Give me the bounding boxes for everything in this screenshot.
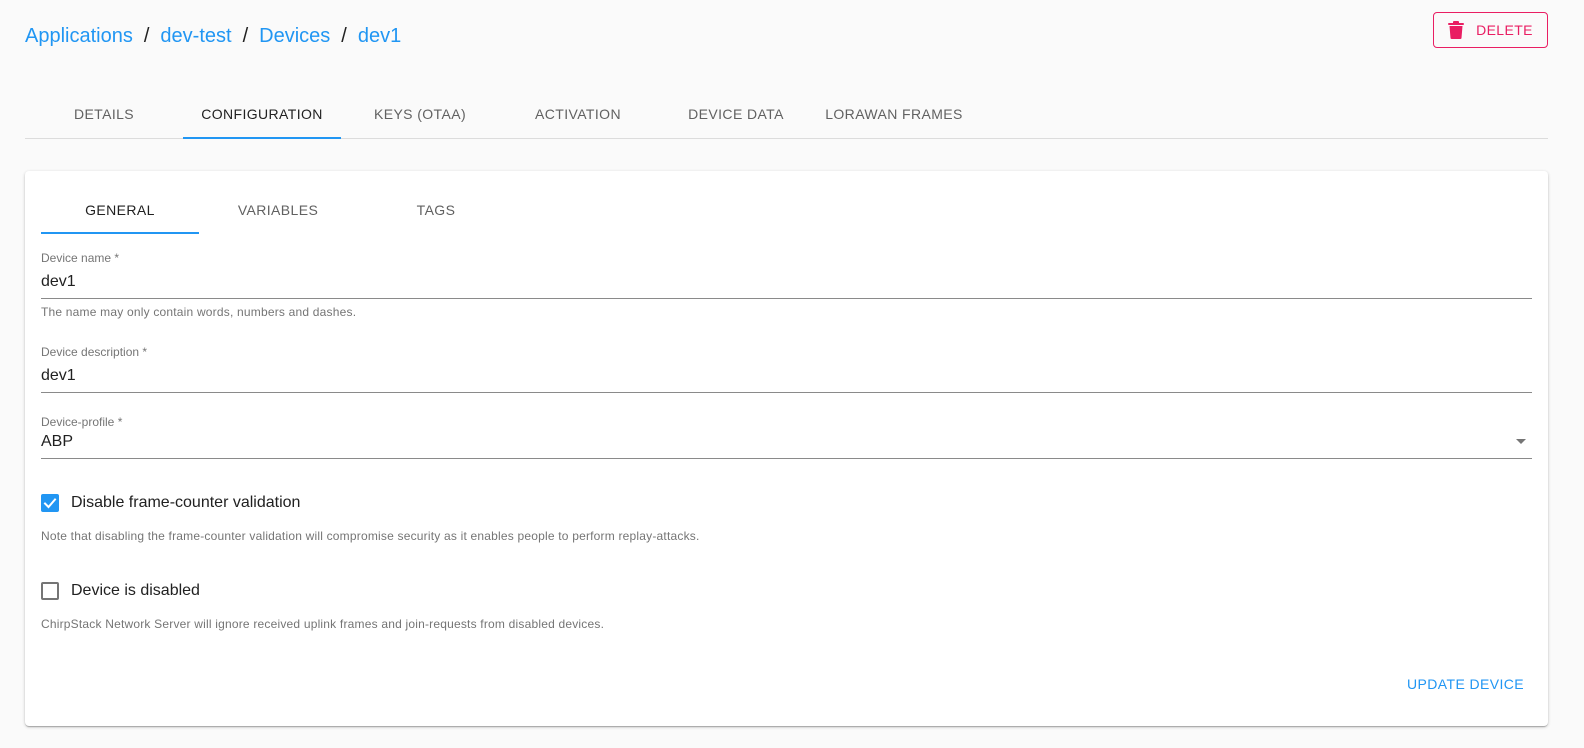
device-profile-value: ABP xyxy=(41,432,74,450)
device-name-input[interactable]: dev1 xyxy=(41,265,1532,299)
breadcrumb-application-link[interactable]: dev-test xyxy=(160,22,231,50)
breadcrumb-separator: / xyxy=(242,25,249,47)
device-disabled-checkbox[interactable] xyxy=(41,582,59,600)
device-name-helper: The name may only contain words, numbers… xyxy=(41,305,357,319)
dropdown-arrow-icon xyxy=(1516,439,1526,444)
device-description-label: Device description * xyxy=(41,345,148,359)
breadcrumb-separator: / xyxy=(143,25,150,47)
main-tabs: DETAILS CONFIGURATION KEYS (OTAA) ACTIVA… xyxy=(25,90,1548,139)
subtab-variables[interactable]: VARIABLES xyxy=(199,186,357,234)
device-name-label: Device name * xyxy=(41,251,120,265)
tab-details[interactable]: DETAILS xyxy=(25,90,183,138)
disable-fcnt-label: Disable frame-counter validation xyxy=(71,494,301,511)
tab-lorawan-frames[interactable]: LORAWAN FRAMES xyxy=(815,90,973,138)
breadcrumb-separator: / xyxy=(341,25,347,47)
delete-button[interactable]: DELETE xyxy=(1433,12,1548,48)
disable-fcnt-checkbox-row[interactable]: Disable frame-counter validation xyxy=(41,494,300,512)
breadcrumb-current-device: dev1 xyxy=(357,25,402,47)
device-name-value: dev1 xyxy=(41,272,76,290)
tab-device-data[interactable]: DEVICE DATA xyxy=(657,90,815,138)
device-description-input[interactable]: dev1 xyxy=(41,359,1532,393)
check-icon xyxy=(43,498,57,509)
device-profile-field: Device-profile * ABP xyxy=(41,415,1532,459)
device-disabled-label: Device is disabled xyxy=(71,582,200,599)
sub-tabs: GENERAL VARIABLES TAGS xyxy=(41,186,515,234)
device-description-value: dev1 xyxy=(41,366,76,384)
trash-icon xyxy=(1448,21,1465,39)
device-description-field: Device description * dev1 xyxy=(41,345,1532,393)
device-profile-select[interactable]: ABP xyxy=(41,429,1532,459)
tab-activation[interactable]: ACTIVATION xyxy=(499,90,657,138)
breadcrumb-applications-link[interactable]: Applications xyxy=(25,22,133,50)
update-device-button[interactable]: UPDATE DEVICE xyxy=(1399,668,1532,700)
device-disabled-checkbox-row[interactable]: Device is disabled xyxy=(41,582,200,600)
device-name-field: Device name * dev1 The name may only con… xyxy=(41,251,1532,319)
breadcrumb-devices-link[interactable]: Devices xyxy=(259,22,330,50)
breadcrumb: Applications / dev-test / Devices / dev1 xyxy=(25,22,401,50)
disable-fcnt-checkbox[interactable] xyxy=(41,494,59,512)
disable-fcnt-note: Note that disabling the frame-counter va… xyxy=(41,529,700,543)
tab-configuration[interactable]: CONFIGURATION xyxy=(183,90,341,139)
subtab-tags[interactable]: TAGS xyxy=(357,186,515,234)
configuration-card: GENERAL VARIABLES TAGS Device name * dev… xyxy=(25,171,1548,726)
device-disabled-note: ChirpStack Network Server will ignore re… xyxy=(41,617,605,631)
page: Applications / dev-test / Devices / dev1… xyxy=(0,0,1584,748)
tab-keys-otaa[interactable]: KEYS (OTAA) xyxy=(341,90,499,138)
subtab-general[interactable]: GENERAL xyxy=(41,186,199,234)
device-profile-label: Device-profile * xyxy=(41,415,123,429)
delete-button-label: DELETE xyxy=(1476,22,1533,38)
